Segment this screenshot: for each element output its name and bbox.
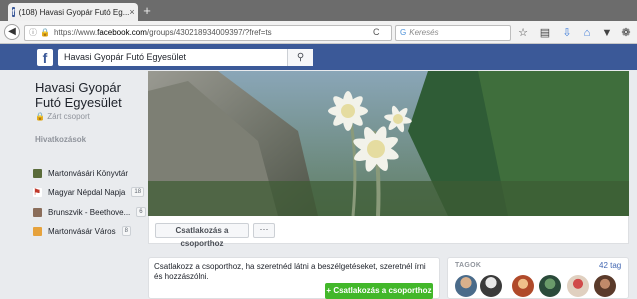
join-group-button[interactable]: Csatlakozás a csoporthoz [155,223,249,248]
sidebar-link-folksong-day[interactable]: ⚑ Magyar Népdal Napja 18 [33,185,145,199]
library-icon [33,168,42,178]
sidebar-link-label: Magyar Népdal Napja [48,187,126,197]
edelweiss-cover-image [148,71,629,216]
tab-title: (108) Havasi Gyopár Futó Eg... [18,7,130,17]
lock-icon: 🔒 [40,28,50,37]
links-heading: Hivatkozások [35,135,87,144]
sidebar-link-library[interactable]: Martonvásári Könyvtár [33,166,128,180]
flag-icon: ⚑ [33,186,42,197]
sidebar-link-town[interactable]: Martonvásár Város 8 [33,224,131,238]
palace-icon [33,207,42,217]
url-bar[interactable]: ⓘ 🔒 https://www.facebook.com/groups/430218… [24,25,392,41]
download-icon[interactable]: ⇩ [560,26,574,40]
search-engine-icon: G [400,28,407,37]
members-count-link[interactable]: 42 tag [599,261,621,270]
reading-list-icon[interactable]: ▤ [538,26,552,40]
group-status-label: Zárt csoport [47,112,90,121]
lock-icon: 🔒 [35,112,45,121]
member-avatar[interactable] [512,275,534,297]
join-info-text: Csatlakozz a csoporthoz, ha szeretnéd lá… [154,262,426,281]
new-tab-button[interactable]: + [140,4,154,18]
join-group-green-button[interactable]: + Csatlakozás a csoporthoz [325,283,433,299]
member-avatar[interactable] [455,275,477,297]
bookmark-star-icon[interactable]: ☆ [516,26,530,40]
facebook-logo-icon[interactable]: f [37,49,53,66]
url-prefix: https://www. [53,28,98,37]
member-avatar[interactable] [594,275,616,297]
sidebar-link-label: Brunszvik - Beethove... [48,207,131,217]
cover-photo[interactable] [148,71,629,216]
town-icon [33,226,42,236]
notification-badge: 18 [131,187,145,197]
info-icon[interactable]: ⓘ [29,28,37,37]
group-privacy-status: 🔒 Zárt csoport [35,112,90,121]
back-button[interactable]: ◀ [4,24,20,40]
search-icon[interactable]: ⚲ [287,49,313,66]
group-title[interactable]: Havasi Gyopár Futó Egyesület [35,80,145,110]
url-path: /groups/430218934009397/?fref=ts [146,28,272,37]
facebook-favicon-icon: f [12,7,15,17]
notification-badge: 8 [121,226,131,236]
sidebar-link-brunszvik[interactable]: Brunszvik - Beethove... 6 [33,205,146,219]
sidebar-link-label: Martonvásári Könyvtár [48,168,129,178]
members-heading: TAGOK [455,262,482,269]
home-icon[interactable]: ⌂ [580,26,594,40]
member-avatar[interactable] [567,275,589,297]
reload-icon[interactable]: C [373,27,380,37]
search-placeholder: Keresés [409,28,439,37]
more-options-button[interactable]: ··· [253,223,275,238]
facebook-search-input[interactable]: Havasi Gyopár Futó Egyesület [58,49,313,66]
tab-close-icon[interactable]: × [129,7,134,17]
browser-tab[interactable]: f (108) Havasi Gyopár Futó Eg... × [8,3,138,21]
browser-search-input[interactable]: G Keresés [395,25,511,41]
pocket-icon[interactable]: ▼ [600,26,614,40]
extension-icon[interactable]: ❁ [619,26,633,40]
notification-badge: 6 [136,207,146,217]
url-domain: facebook.com [97,28,147,37]
sidebar-link-label: Martonvásár Város [48,226,116,236]
member-avatar[interactable] [480,275,502,297]
member-avatar[interactable] [539,275,561,297]
